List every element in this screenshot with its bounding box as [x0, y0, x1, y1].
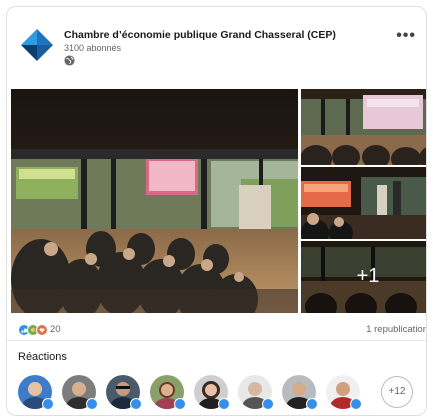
support-icon — [36, 324, 48, 336]
reaction-count[interactable]: 20 — [50, 324, 61, 335]
event-photo-3[interactable] — [301, 167, 426, 239]
event-photo-4[interactable]: +1 — [301, 241, 426, 313]
avatar[interactable] — [282, 375, 318, 415]
like-icon — [306, 398, 318, 410]
reactions-heading: Réactions — [18, 351, 67, 363]
company-name[interactable]: Chambre d’économie publique Grand Chasse… — [64, 29, 336, 41]
like-icon — [350, 398, 362, 410]
avatar[interactable] — [106, 375, 142, 415]
like-icon — [42, 398, 54, 410]
like-icon — [218, 398, 230, 410]
more-options-button[interactable]: ••• — [396, 27, 416, 45]
company-logo[interactable] — [19, 27, 55, 63]
more-photos-count[interactable]: +1 — [301, 265, 426, 288]
globe-icon — [64, 55, 75, 66]
event-photo-2[interactable] — [301, 89, 426, 165]
like-icon — [262, 398, 274, 410]
avatar[interactable] — [238, 375, 274, 415]
like-icon — [86, 398, 98, 410]
avatar[interactable] — [18, 375, 54, 415]
avatar[interactable] — [194, 375, 230, 415]
more-reactors-button[interactable]: +12 — [381, 376, 413, 408]
post-media-grid: +1 — [11, 89, 426, 315]
reactor-avatars: +12 — [18, 375, 426, 415]
post-card: Chambre d’économie publique Grand Chasse… — [6, 6, 427, 416]
event-photo-main[interactable] — [11, 89, 298, 313]
repost-count[interactable]: 1 republication — [366, 324, 426, 335]
like-icon — [130, 398, 142, 410]
avatar[interactable] — [150, 375, 186, 415]
like-icon — [174, 398, 186, 410]
avatar[interactable] — [62, 375, 98, 415]
social-counts: 20 1 republication — [7, 319, 426, 339]
reaction-icons[interactable] — [18, 324, 50, 336]
follower-count: 3100 abonnés — [64, 43, 122, 53]
divider — [7, 340, 426, 341]
avatar[interactable] — [326, 375, 362, 415]
post-header: Chambre d’économie publique Grand Chasse… — [7, 7, 426, 89]
